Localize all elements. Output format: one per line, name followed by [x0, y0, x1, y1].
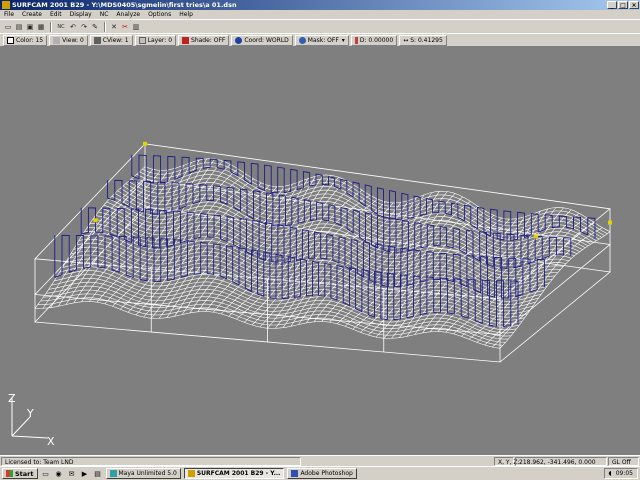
folder-icon[interactable]: ▤: [93, 469, 103, 479]
show-desktop-icon[interactable]: ▭: [41, 469, 51, 479]
color-swatch-icon: [7, 36, 14, 44]
minimize-button[interactable]: _: [607, 1, 617, 9]
media-icon[interactable]: ▶: [80, 469, 90, 479]
x-axis-label: X: [47, 435, 55, 448]
erase-icon[interactable]: ✎: [90, 22, 100, 32]
menu-create[interactable]: Create: [18, 10, 46, 19]
undo-icon[interactable]: ↶: [68, 22, 78, 32]
toolbar-separator: [50, 21, 52, 32]
system-tray: ◖ 09:05: [603, 468, 638, 479]
step-arrows-icon: ↔: [403, 36, 409, 44]
start-button[interactable]: Start: [2, 468, 38, 479]
explorer-icon[interactable]: ◉: [54, 469, 64, 479]
menu-options[interactable]: Options: [144, 10, 175, 19]
open-file-icon[interactable]: ▤: [14, 22, 24, 32]
view-button[interactable]: View: 0: [49, 34, 88, 46]
status-bar: Licensed to: Team LND X, Y, Z: 218.962, …: [0, 455, 640, 466]
redo-icon[interactable]: ↷: [79, 22, 89, 32]
gl-status: GL Off: [612, 459, 631, 466]
menu-bar: File Create Edit Display NC Analyze Opti…: [0, 10, 640, 19]
menu-nc[interactable]: NC: [96, 10, 113, 19]
surfcam-icon: [187, 470, 195, 477]
menu-edit[interactable]: Edit: [46, 10, 66, 19]
task-photoshop-label: Adobe Photoshop: [300, 470, 353, 477]
cview-button[interactable]: CView: 1: [89, 34, 133, 46]
point-marker: [534, 234, 538, 239]
depth-button[interactable]: D: 0.00000: [350, 34, 398, 46]
layer-button[interactable]: Layer: 0: [134, 34, 177, 46]
chevron-down-icon[interactable]: ▾: [342, 37, 345, 44]
windows-flag-icon: [6, 470, 13, 477]
surface-line: [244, 184, 355, 323]
outlook-icon[interactable]: ✉: [67, 469, 77, 479]
coord-label: Coord: WORLD: [244, 36, 289, 44]
task-photoshop[interactable]: Adobe Photoshop: [287, 468, 357, 479]
point-marker: [93, 218, 98, 223]
menu-analyze[interactable]: Analyze: [112, 10, 144, 19]
start-label: Start: [15, 469, 34, 478]
photoshop-icon: [291, 470, 299, 477]
task-surfcam-label: SURFCAM 2001 B29 - Y...: [196, 470, 281, 477]
new-file-icon[interactable]: ▭: [3, 22, 13, 32]
step-label: S: 0.41295: [410, 36, 443, 44]
xyz-label-panel: X, Y, Z:: [494, 457, 520, 466]
clipboard-icon[interactable]: ▥: [131, 22, 141, 32]
xyz-value-panel: 218.962, -341.496, 0.000: [515, 457, 607, 466]
clock: 09:05: [615, 470, 633, 477]
layer-icon: [138, 36, 146, 44]
cview-label: CView: 1: [102, 36, 129, 44]
point-marker: [608, 220, 612, 225]
mask-button[interactable]: Mask: OFF ▾: [294, 34, 349, 46]
step-button[interactable]: ↔ S: 0.41295: [399, 34, 447, 46]
app-icon[interactable]: [2, 1, 10, 9]
print-icon[interactable]: ▦: [36, 22, 46, 32]
maximize-button[interactable]: □: [618, 1, 628, 9]
speaker-icon[interactable]: ◖: [609, 470, 612, 477]
mask-icon: [298, 36, 306, 44]
task-maya-label: Maya Unlimited 5.0: [118, 470, 177, 477]
color-button[interactable]: Color: 15: [3, 34, 48, 46]
window-title: SURFCAM 2001 B29 - Y:\MDS0405\sgmelin\fi…: [12, 1, 237, 9]
z-axis-label: Z: [8, 392, 16, 405]
graphics-viewport[interactable]: Z Y X: [0, 47, 640, 455]
title-bar[interactable]: SURFCAM 2001 B29 - Y:\MDS0405\sgmelin\fi…: [0, 0, 640, 10]
license-panel: Licensed to: Team LND: [1, 457, 301, 466]
view-label: View: 0: [62, 36, 84, 44]
xyz-value: 218.962, -341.496, 0.000: [519, 459, 596, 466]
globe-icon: [235, 36, 243, 44]
gl-panel: GL Off: [608, 457, 639, 466]
color-label: Color: 15: [16, 36, 44, 44]
view-icon: [53, 36, 61, 44]
cview-icon: [93, 36, 101, 44]
menu-file[interactable]: File: [0, 10, 18, 19]
layer-label: Layer: 0: [147, 36, 173, 44]
y-axis-label: Y: [26, 407, 34, 420]
license-text: Licensed to: Team LND: [5, 459, 74, 466]
surface-wireframe: [34, 158, 611, 349]
shade-button[interactable]: Shade: OFF: [178, 34, 230, 46]
taskbar: Start ▭ ◉ ✉ ▶ ▤ Maya Unlimited 5.0 SURFC…: [0, 466, 640, 480]
status-toolbar: Color: 15 View: 0 CView: 1 Layer: 0 Shad…: [0, 33, 640, 47]
toolbar-separator: [104, 21, 106, 32]
depth-icon: [354, 36, 358, 44]
trim-icon[interactable]: ✂: [120, 22, 130, 32]
maya-icon: [109, 470, 117, 477]
point-marker: [143, 141, 147, 146]
x-axis-line: [11, 435, 49, 439]
save-icon[interactable]: ▣: [25, 22, 35, 32]
menu-help[interactable]: Help: [175, 10, 197, 19]
main-toolbar: ▭ ▤ ▣ ▦ NC ↶ ↷ ✎ ✕ ✂ ▥: [0, 19, 640, 33]
task-surfcam[interactable]: SURFCAM 2001 B29 - Y...: [183, 468, 285, 479]
delete-icon[interactable]: ✕: [109, 22, 119, 32]
coord-button[interactable]: Coord: WORLD: [231, 34, 293, 46]
nc-icon[interactable]: NC: [55, 22, 67, 32]
mask-label: Mask: OFF: [307, 36, 339, 44]
wireframe-scene[interactable]: Z Y X: [0, 47, 640, 455]
task-maya[interactable]: Maya Unlimited 5.0: [105, 468, 181, 479]
shade-label: Shade: OFF: [191, 36, 226, 44]
depth-label: D: 0.00000: [359, 36, 394, 44]
close-button[interactable]: ×: [629, 1, 639, 9]
menu-display[interactable]: Display: [66, 10, 96, 19]
shade-icon: [182, 36, 190, 44]
